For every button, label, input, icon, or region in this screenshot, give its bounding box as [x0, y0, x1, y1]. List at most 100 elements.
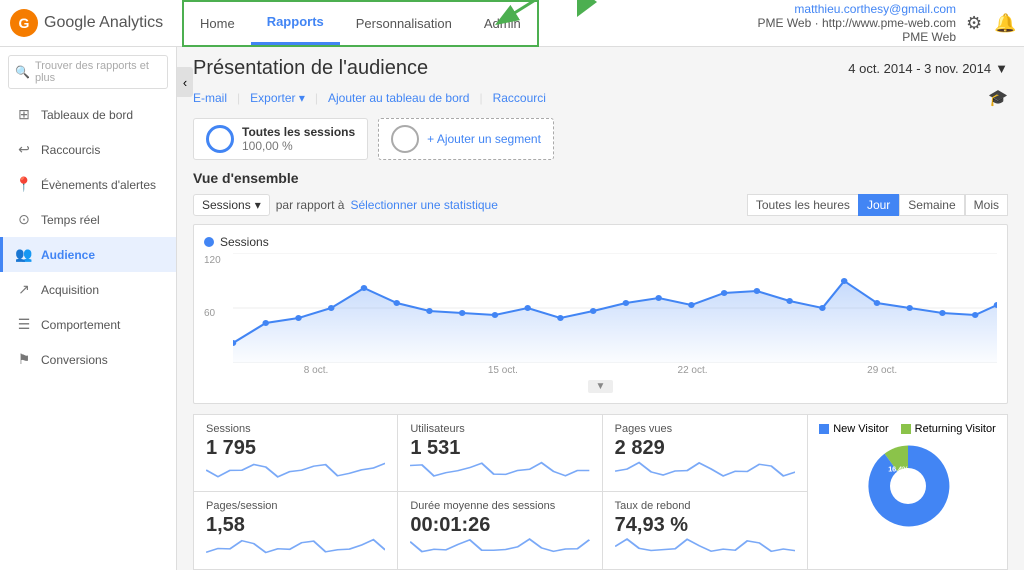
- x-label: 22 oct.: [678, 365, 708, 376]
- vue-section: Vue d'ensemble Sessions ▾ par rapport à …: [193, 170, 1008, 404]
- stat-value: 1 531: [410, 437, 589, 460]
- chart-scroll-chevron[interactable]: ▼: [588, 380, 614, 393]
- y-label-max: 120: [204, 255, 229, 266]
- stat-mini-chart: [206, 537, 385, 557]
- pie-chart-svg: 16.4%: [843, 441, 973, 531]
- stat-value: 74,93 %: [615, 514, 795, 537]
- add-segment-circle: [391, 125, 419, 153]
- sidebar-label: Conversions: [41, 353, 108, 367]
- search-icon: 🔍: [15, 65, 30, 79]
- main-content: Présentation de l'audience 4 oct. 2014 -…: [177, 47, 1024, 570]
- sidebar-item-acquisition[interactable]: ↗ Acquisition: [0, 272, 176, 307]
- stat-label: Pages/session: [206, 500, 385, 512]
- pie-legend-item: Returning Visitor: [901, 423, 996, 435]
- export-button[interactable]: Exporter ▾: [250, 91, 305, 105]
- stat-value: 1,58: [206, 514, 385, 537]
- x-label: 8 oct.: [304, 365, 328, 376]
- y-label-mid: 60: [204, 308, 229, 319]
- stat-mini-chart: [615, 537, 795, 557]
- sidebar-icon: ↩: [15, 141, 33, 158]
- header-right: matthieu.corthesy@gmail.com PME Web · ht…: [757, 2, 1024, 44]
- par-rapport-label: par rapport à: [276, 198, 345, 212]
- layout: 🔍 Trouver des rapports et plus ⊞Tableaux…: [0, 47, 1024, 570]
- stat-value: 00:01:26: [410, 514, 589, 537]
- pie-legend-label: Returning Visitor: [915, 423, 996, 435]
- stats-section: Sessions 1 795 Utilisateurs 1 531 Pages …: [193, 414, 1008, 570]
- sidebar-label: Acquisition: [41, 283, 99, 297]
- sidebar-icon: ⊙: [15, 211, 33, 228]
- sidebar-icon: ⊞: [15, 106, 33, 123]
- sidebar-item-raccourcis[interactable]: ↩Raccourcis: [0, 132, 176, 167]
- time-btn-mois[interactable]: Mois: [965, 194, 1008, 216]
- nav-tab-home[interactable]: Home: [184, 2, 251, 45]
- sidebar-item-temps-rel[interactable]: ⊙ Temps réel: [0, 202, 176, 237]
- settings-icon[interactable]: ⚙: [966, 13, 986, 33]
- sidebar-icon: ⚑: [15, 351, 33, 368]
- segment-name: Toutes les sessions: [242, 125, 355, 139]
- chart-legend: Sessions: [204, 235, 997, 249]
- sidebar-icon: ↗: [15, 281, 33, 298]
- sidebar-label: Comportement: [41, 318, 120, 332]
- sidebar: 🔍 Trouver des rapports et plus ⊞Tableaux…: [0, 47, 177, 570]
- sidebar-collapse-button[interactable]: ‹: [177, 67, 193, 97]
- stat-mini-chart: [410, 460, 589, 480]
- legend-dot: [204, 237, 214, 247]
- notifications-icon[interactable]: 🔔: [994, 13, 1014, 33]
- sidebar-item-conversions[interactable]: ⚑ Conversions: [0, 342, 176, 377]
- sidebar-icon: 📍: [15, 176, 33, 193]
- logo-text: Google Analytics: [44, 14, 163, 32]
- search-placeholder: Trouver des rapports et plus: [35, 60, 161, 84]
- stat-label: Taux de rebond: [615, 500, 795, 512]
- time-btn-toutes-les-heures[interactable]: Toutes les heures: [747, 194, 858, 216]
- grad-icon[interactable]: 🎓: [988, 88, 1008, 108]
- stat-label: Utilisateurs: [410, 423, 589, 435]
- pie-legend-color: [819, 424, 829, 434]
- nav-tab-rapports[interactable]: Rapports: [251, 2, 340, 45]
- segment-circle: [206, 125, 234, 153]
- stat-box-0: Sessions 1 795: [194, 415, 398, 492]
- sidebar-label: Temps réel: [41, 213, 100, 227]
- pie-chart-panel: New Visitor Returning Visitor 16.4%: [808, 414, 1008, 570]
- header-user: matthieu.corthesy@gmail.com PME Web · ht…: [757, 2, 956, 44]
- header-icons: ⚙ 🔔: [966, 13, 1014, 33]
- search-box[interactable]: 🔍 Trouver des rapports et plus: [8, 55, 168, 89]
- add-segment-button[interactable]: + Ajouter un segment: [378, 118, 554, 160]
- legend-label: Sessions: [220, 235, 269, 249]
- email-button[interactable]: E-mail: [193, 91, 227, 105]
- select-statistic[interactable]: Sélectionner une statistique: [350, 198, 497, 212]
- action-bar: E-mail | Exporter ▾ | Ajouter au tableau…: [193, 88, 1008, 108]
- nav-tab-admin[interactable]: Admin: [468, 2, 537, 45]
- stat-box-4: Durée moyenne des sessions 00:01:26: [398, 492, 602, 569]
- stat-value: 1 795: [206, 437, 385, 460]
- controls-bar: Sessions ▾ par rapport à Sélectionner un…: [193, 194, 1008, 216]
- segment-info: Toutes les sessions 100,00 %: [242, 125, 355, 153]
- pie-legend-label: New Visitor: [833, 423, 888, 435]
- x-labels: 8 oct.15 oct.22 oct.29 oct.: [204, 365, 997, 376]
- sidebar-item-comportement[interactable]: ☰Comportement: [0, 307, 176, 342]
- sidebar-item-tableaux-de-bord[interactable]: ⊞Tableaux de bord: [0, 97, 176, 132]
- chart-area: Sessions 120 60: [193, 224, 1008, 404]
- shortcut-button[interactable]: Raccourci: [493, 91, 546, 105]
- time-btn-semaine[interactable]: Semaine: [899, 194, 964, 216]
- nav-tab-personnalisation[interactable]: Personnalisation: [340, 2, 468, 45]
- page-header: Présentation de l'audience 4 oct. 2014 -…: [193, 57, 1008, 80]
- stat-mini-chart: [410, 537, 589, 557]
- sidebar-item-audience[interactable]: 👥Audience: [0, 237, 176, 272]
- time-controls: Toutes les heuresJourSemaineMois: [747, 194, 1008, 216]
- sidebar-icon: 👥: [15, 246, 33, 263]
- date-range-picker[interactable]: 4 oct. 2014 - 3 nov. 2014 ▼: [848, 61, 1008, 76]
- sidebar-item-vnements-dalertes[interactable]: 📍Évènements d'alertes: [0, 167, 176, 202]
- stat-mini-chart: [206, 460, 385, 480]
- add-dashboard-button[interactable]: Ajouter au tableau de bord: [328, 91, 469, 105]
- stat-mini-chart: [615, 460, 795, 480]
- time-btn-jour[interactable]: Jour: [858, 194, 899, 216]
- left-controls: Sessions ▾ par rapport à Sélectionner un…: [193, 194, 498, 216]
- sidebar-items: ⊞Tableaux de bord↩Raccourcis📍Évènements …: [0, 97, 176, 377]
- segment-bar: Toutes les sessions 100,00 % + Ajouter u…: [193, 118, 1008, 160]
- stat-value: 2 829: [615, 437, 795, 460]
- svg-text:16.4%: 16.4%: [888, 465, 909, 474]
- segment-pill[interactable]: Toutes les sessions 100,00 %: [193, 118, 368, 160]
- stat-box-2: Pages vues 2 829: [603, 415, 807, 492]
- sessions-dropdown[interactable]: Sessions ▾: [193, 194, 270, 216]
- segment-pct: 100,00 %: [242, 139, 355, 153]
